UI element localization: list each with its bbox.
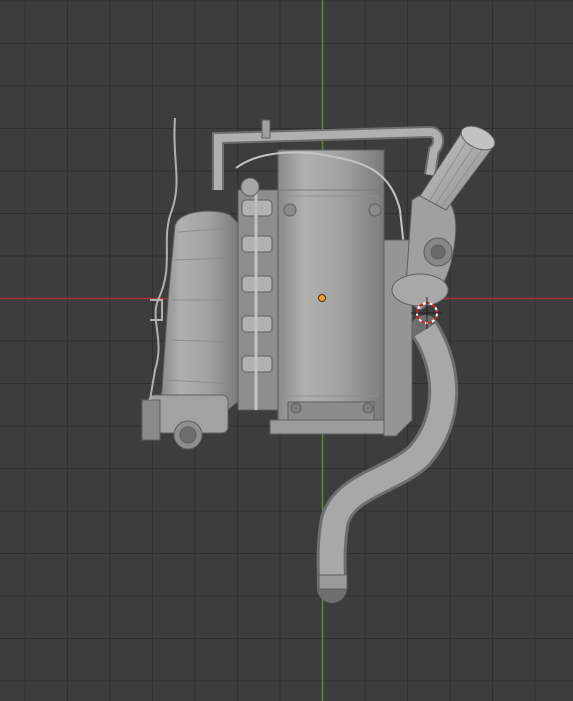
object-origin-dot bbox=[318, 294, 326, 302]
cylinder-head-side bbox=[237, 189, 279, 411]
bolt-1 bbox=[283, 203, 297, 217]
turbine-housing bbox=[391, 273, 449, 307]
oil-pan-edge bbox=[269, 419, 391, 435]
timing-cover bbox=[287, 401, 375, 421]
throttle-bracket bbox=[141, 399, 161, 441]
bolt-4 bbox=[362, 402, 374, 414]
throttle-bore bbox=[179, 426, 197, 444]
exhaust-pipe-end bbox=[318, 574, 348, 590]
sensor-cap bbox=[240, 177, 260, 197]
pipe-fitting bbox=[261, 119, 271, 139]
bolt-2 bbox=[368, 203, 382, 217]
compressor-core bbox=[430, 244, 446, 260]
bolt-3 bbox=[290, 402, 302, 414]
valve-cover bbox=[277, 149, 385, 423]
viewport-canvas[interactable] bbox=[0, 0, 573, 701]
3d-viewport[interactable] bbox=[0, 0, 573, 701]
